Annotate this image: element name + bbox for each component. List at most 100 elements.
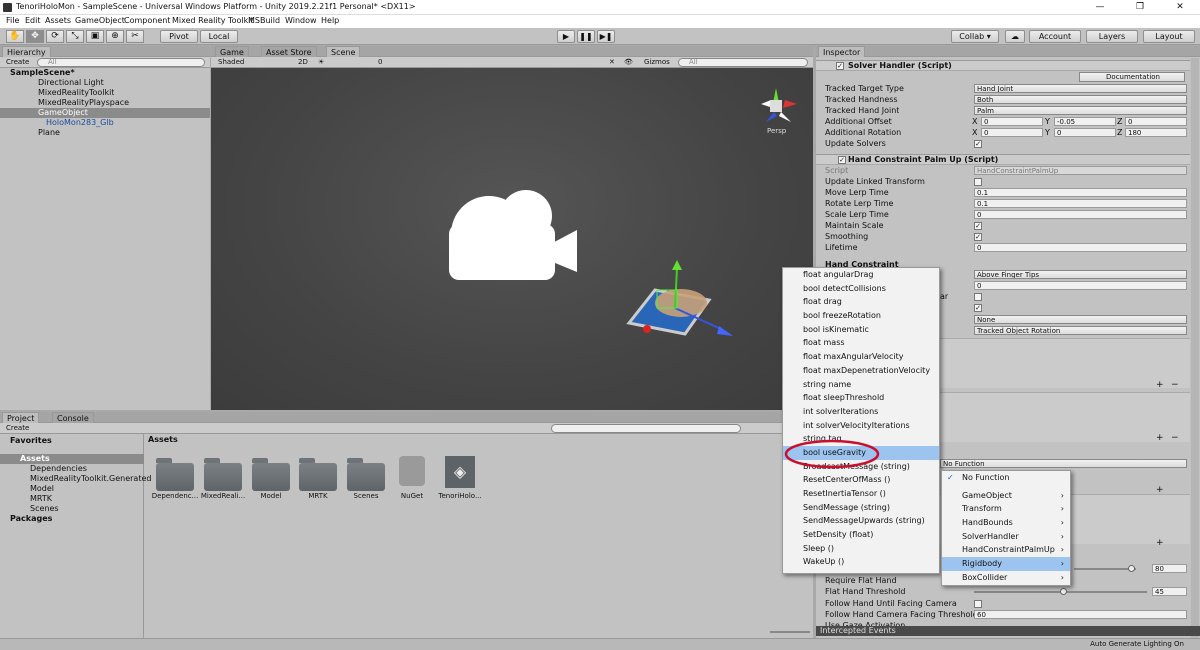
- option-checkbox[interactable]: [974, 293, 982, 301]
- menu-gameobject[interactable]: GameObject: [75, 16, 125, 25]
- scene-viewport[interactable]: Persp: [211, 68, 813, 410]
- hierarchy-item-selected[interactable]: GameObject: [38, 108, 88, 118]
- layers-dropdown[interactable]: Layers: [1086, 30, 1138, 43]
- menu-msbuild[interactable]: MSBuild: [248, 16, 280, 25]
- tracked-target-type-dropdown[interactable]: Hand Joint: [974, 84, 1187, 93]
- submenu-rigidbody[interactable]: Rigidbody ›: [942, 557, 1070, 571]
- menu-item[interactable]: bool isKinematic: [783, 323, 939, 337]
- cloud-icon[interactable]: ☁: [1005, 30, 1025, 43]
- tab-asset-store[interactable]: Asset Store: [261, 46, 317, 57]
- maintain-scale-checkbox[interactable]: ✓: [974, 222, 982, 230]
- tab-project[interactable]: Project: [2, 412, 40, 423]
- tracked-handness-dropdown[interactable]: Both: [974, 95, 1187, 104]
- menu-item[interactable]: int solverVelocityIterations: [783, 419, 939, 433]
- scale-lerp-time-field[interactable]: 0: [974, 210, 1187, 219]
- menu-file[interactable]: File: [6, 16, 19, 25]
- project-search-input[interactable]: [551, 424, 741, 433]
- menu-item[interactable]: Sleep (): [783, 542, 939, 556]
- scene-search-input[interactable]: All: [678, 58, 808, 67]
- persp-label[interactable]: Persp: [767, 127, 786, 135]
- menu-item[interactable]: float maxAngularVelocity: [783, 350, 939, 364]
- hierarchy-create-button[interactable]: Create: [3, 58, 32, 67]
- lighting-icon[interactable]: ☀: [315, 58, 327, 67]
- tree-folder[interactable]: Model: [30, 484, 54, 494]
- menu-item[interactable]: float maxDepenetrationVelocity: [783, 364, 939, 378]
- asset-folder[interactable]: [299, 458, 337, 491]
- slider-thumb[interactable]: [1128, 565, 1135, 572]
- menu-item[interactable]: float sleepThreshold: [783, 391, 939, 405]
- palm-up-enabled-checkbox[interactable]: ✓: [838, 156, 846, 164]
- update-linked-transform-checkbox[interactable]: [974, 178, 982, 186]
- favorites-node[interactable]: Favorites: [10, 436, 52, 446]
- menu-item[interactable]: ResetCenterOfMass (): [783, 473, 939, 487]
- asset-folder[interactable]: [347, 458, 385, 491]
- maximize-button[interactable]: ❐: [1120, 0, 1160, 15]
- threshold-slider-thumb[interactable]: [1060, 588, 1067, 595]
- menu-item[interactable]: ResetInertiaTensor (): [783, 487, 939, 501]
- tools-icon[interactable]: ✕: [606, 58, 618, 67]
- remove-event-icon[interactable]: −: [1171, 433, 1179, 443]
- add-event-icon[interactable]: +: [1156, 538, 1164, 548]
- follow-hand-threshold-field[interactable]: 60: [974, 610, 1187, 619]
- scale-tool-icon[interactable]: ⤡: [66, 30, 84, 43]
- hand-tool-icon[interactable]: ✋: [6, 30, 24, 43]
- solver-handler-header[interactable]: ✓ Solver Handler (Script): [816, 60, 1190, 71]
- hierarchy-item-prefab[interactable]: HoloMon283_Glb: [46, 118, 114, 128]
- submenu-handconstraintpalmup[interactable]: HandConstraintPalmUp ›: [942, 543, 1070, 557]
- menu-item[interactable]: SendMessageUpwards (string): [783, 514, 939, 528]
- function-dropdown[interactable]: No Function: [940, 459, 1187, 468]
- play-button[interactable]: ▶: [557, 30, 575, 43]
- rotation-y-field[interactable]: 0: [1054, 128, 1116, 137]
- asset-folder[interactable]: [204, 458, 242, 491]
- assets-node[interactable]: Assets: [20, 454, 50, 464]
- collab-button[interactable]: Collab ▾: [951, 30, 999, 43]
- smoothing-checkbox[interactable]: ✓: [974, 233, 982, 241]
- effects-count[interactable]: 0: [375, 58, 385, 67]
- offset-y-field[interactable]: -0.05: [1054, 117, 1116, 126]
- tree-folder[interactable]: MixedRealityToolkit.Generated: [30, 474, 151, 484]
- documentation-button[interactable]: Documentation: [1079, 72, 1185, 82]
- solver-handler-enabled-checkbox[interactable]: ✓: [836, 62, 844, 70]
- menu-item[interactable]: bool detectCollisions: [783, 282, 939, 296]
- menu-item[interactable]: string name: [783, 378, 939, 392]
- step-button[interactable]: ▶❚: [597, 30, 615, 43]
- add-event-icon[interactable]: +: [1156, 433, 1164, 443]
- tab-console[interactable]: Console: [52, 412, 94, 423]
- minimize-button[interactable]: —: [1080, 0, 1120, 15]
- tab-scene[interactable]: Scene: [326, 46, 361, 57]
- submenu-gameobject[interactable]: GameObject ›: [942, 489, 1070, 503]
- menu-window[interactable]: Window: [285, 16, 317, 25]
- hierarchy-scene[interactable]: SampleScene*: [10, 68, 75, 78]
- tree-folder[interactable]: Dependencies: [30, 464, 87, 474]
- threshold-value-field[interactable]: 45: [1152, 587, 1187, 596]
- submenu-handbounds[interactable]: HandBounds ›: [942, 516, 1070, 530]
- asset-folder[interactable]: [156, 458, 194, 491]
- option-checkbox-checked[interactable]: ✓: [974, 304, 982, 312]
- hierarchy-item[interactable]: MixedRealityPlayspace: [38, 98, 129, 108]
- rect-tool-icon[interactable]: ▣: [86, 30, 104, 43]
- menu-component[interactable]: Component: [124, 16, 170, 25]
- add-event-icon[interactable]: +: [1156, 380, 1164, 390]
- hierarchy-item[interactable]: MixedRealityToolkit: [38, 88, 114, 98]
- update-solvers-checkbox[interactable]: ✓: [974, 140, 982, 148]
- move-tool-icon[interactable]: ✥: [26, 30, 44, 43]
- menu-item[interactable]: SetDensity (float): [783, 528, 939, 542]
- menu-item[interactable]: int solverIterations: [783, 405, 939, 419]
- account-dropdown[interactable]: Account: [1029, 30, 1081, 43]
- pivot-button[interactable]: Pivot: [160, 30, 198, 43]
- menu-item[interactable]: float angularDrag: [783, 268, 939, 282]
- offset-x-field[interactable]: 0: [981, 117, 1043, 126]
- submenu-transform[interactable]: Transform ›: [942, 502, 1070, 516]
- icon-size-slider[interactable]: [770, 631, 810, 633]
- tree-folder[interactable]: MRTK: [30, 494, 52, 504]
- shading-mode-dropdown[interactable]: Shaded: [215, 58, 247, 67]
- project-create-button[interactable]: Create: [3, 424, 32, 433]
- menu-item-no-function[interactable]: ✓ No Function: [942, 471, 1070, 485]
- hierarchy-item[interactable]: Plane: [38, 128, 60, 138]
- rotation-z-field[interactable]: 180: [1125, 128, 1187, 137]
- rotate-lerp-time-field[interactable]: 0.1: [974, 199, 1187, 208]
- rotation-behavior-dropdown[interactable]: Tracked Object Rotation: [974, 326, 1187, 335]
- menu-item[interactable]: float drag: [783, 295, 939, 309]
- tree-folder[interactable]: Scenes: [30, 504, 59, 514]
- menu-help[interactable]: Help: [321, 16, 339, 25]
